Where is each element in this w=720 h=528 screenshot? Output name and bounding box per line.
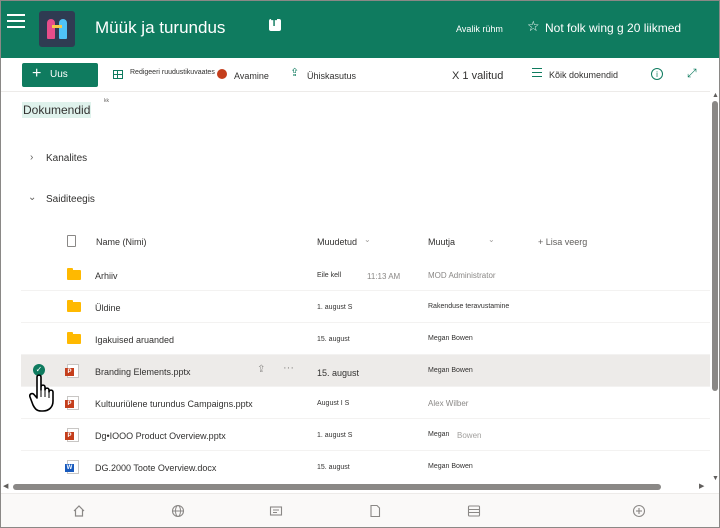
- table-row[interactable]: Kultuuriülene turundus Campaigns.pptx Au…: [21, 387, 713, 419]
- modified-date: Eile kell: [317, 272, 342, 279]
- modified-date: 1. august S: [317, 432, 353, 439]
- news-icon[interactable]: [269, 504, 283, 518]
- file-name[interactable]: DG.2000 Toote Overview.docx: [95, 463, 216, 473]
- table-row[interactable]: Arhiiv Eile kell 11:13 AM MOD Administra…: [21, 259, 713, 291]
- horizontal-scrollbar[interactable]: ◀ ▶: [1, 481, 719, 493]
- page-title: Dokumendid: [22, 102, 92, 118]
- table-row[interactable]: Igakuised aruanded 15. august Megan Bowe…: [21, 323, 713, 355]
- members-count[interactable]: Not folk wing g 20 liikmed: [545, 21, 681, 35]
- share-button[interactable]: Ühiskasutus: [307, 71, 356, 81]
- bottom-navigation: [1, 493, 719, 527]
- table-row[interactable]: DG.2000 Toote Overview.docx 15. august M…: [21, 451, 713, 483]
- view-selector[interactable]: Kõik dokumendid: [549, 70, 618, 80]
- home-icon[interactable]: [72, 504, 86, 518]
- teams-icon[interactable]: [269, 18, 281, 31]
- powerpoint-icon: [217, 69, 227, 79]
- globe-icon[interactable]: [171, 504, 185, 518]
- site-logo[interactable]: [39, 11, 75, 47]
- file-name[interactable]: Kultuuriülene turundus Campaigns.pptx: [95, 399, 253, 409]
- file-name[interactable]: Igakuised aruanded: [95, 335, 174, 345]
- hand-cursor-icon: [29, 374, 54, 412]
- site-title[interactable]: Müük ja turundus: [95, 18, 225, 38]
- group-type-label: Avalik rühm: [456, 24, 503, 34]
- chevron-right-icon[interactable]: ›: [30, 153, 33, 163]
- add-column-button[interactable]: + Lisa veerg: [538, 237, 587, 247]
- document-icon[interactable]: [368, 504, 382, 518]
- column-name[interactable]: Name (Nimi): [96, 237, 147, 247]
- open-button[interactable]: Avamine: [234, 71, 269, 81]
- modified-by: Megan Bowen: [428, 367, 473, 374]
- folder-icon: [67, 268, 81, 280]
- grid-view-icon: [113, 70, 123, 79]
- modified-date: 15. august: [317, 336, 350, 343]
- new-button-label: Uus: [50, 69, 68, 80]
- vertical-scroll-thumb[interactable]: [712, 101, 718, 391]
- folder-icon: [67, 300, 81, 312]
- modified-by: Alex Wilber: [428, 399, 469, 408]
- scroll-left-icon[interactable]: ◀: [3, 482, 8, 490]
- modified-by: MOD Administrator: [428, 271, 496, 280]
- modified-by: Megan Bowen: [428, 335, 473, 342]
- hamburger-icon[interactable]: [7, 14, 25, 30]
- horizontal-scroll-thumb[interactable]: [13, 484, 661, 490]
- share-icon: ⇪: [290, 67, 300, 79]
- command-bar: + Uus Redigeeri ruudustikuvaates Avamine…: [1, 58, 719, 92]
- chevron-down-icon[interactable]: ⌄: [364, 235, 371, 244]
- modified-date: 1. august S: [317, 304, 353, 311]
- star-icon[interactable]: ☆: [527, 19, 540, 33]
- modified-by-surname: Bowen: [457, 431, 482, 440]
- file-type-icon[interactable]: [67, 235, 76, 247]
- scroll-right-icon[interactable]: ▶: [699, 482, 704, 490]
- section-channels[interactable]: Kanalites: [46, 153, 87, 164]
- table-row-selected[interactable]: ✓ Branding Elements.pptx ⇪ ··· 15. augus…: [21, 355, 713, 387]
- page-title-tag: kk: [104, 98, 109, 104]
- table-row[interactable]: Üldine 1. august S Rakenduse teravustami…: [21, 291, 713, 323]
- modified-date: 15. august: [317, 464, 350, 471]
- new-button[interactable]: + Uus: [22, 63, 98, 87]
- app-window: Müük ja turundus Avalik rühm ☆ Not folk …: [0, 0, 720, 528]
- folder-icon: [67, 332, 81, 344]
- plus-icon: +: [32, 65, 42, 82]
- section-site-library[interactable]: Saiditeegis: [46, 194, 95, 205]
- selected-count[interactable]: X 1 valitud: [452, 70, 503, 82]
- modified-by: Megan Bowen: [428, 463, 473, 470]
- expand-icon[interactable]: ⤢: [687, 67, 697, 79]
- word-file-icon: [65, 460, 79, 474]
- add-icon[interactable]: [632, 504, 646, 518]
- chevron-down-icon[interactable]: ⌄: [28, 193, 36, 203]
- column-modified[interactable]: Muudetud: [317, 237, 357, 247]
- file-name[interactable]: Branding Elements.pptx: [95, 367, 191, 377]
- site-header: Müük ja turundus Avalik rühm ☆ Not folk …: [1, 1, 719, 58]
- more-options-icon[interactable]: ···: [283, 362, 294, 374]
- edit-grid-button[interactable]: Redigeeri ruudustikuvaates: [130, 69, 215, 76]
- modified-by: Rakenduse teravustamine: [428, 303, 510, 310]
- modified-date: 15. august: [317, 368, 360, 378]
- list-icon[interactable]: [467, 504, 481, 518]
- modified-by: Megan: [428, 431, 450, 438]
- info-icon[interactable]: i: [651, 68, 663, 80]
- list-view-icon: [532, 68, 542, 78]
- powerpoint-file-icon: [65, 428, 79, 442]
- modified-date: August I S: [317, 400, 350, 407]
- share-icon[interactable]: ⇪: [257, 364, 265, 375]
- chevron-down-icon[interactable]: ⌄: [488, 235, 495, 244]
- column-modified-by[interactable]: Muutja: [428, 237, 455, 247]
- file-name[interactable]: Arhiiv: [95, 271, 118, 281]
- file-name[interactable]: Üldine: [95, 303, 121, 313]
- powerpoint-file-icon: [65, 364, 79, 378]
- scroll-up-icon[interactable]: ▲: [712, 92, 719, 99]
- modified-time: 11:13 AM: [367, 272, 401, 281]
- table-row[interactable]: Dg•IOOO Product Overview.pptx 1. august …: [21, 419, 713, 451]
- file-name[interactable]: Dg•IOOO Product Overview.pptx: [95, 431, 226, 441]
- powerpoint-file-icon: [65, 396, 79, 410]
- vertical-scrollbar[interactable]: ▲ ▼: [710, 91, 719, 487]
